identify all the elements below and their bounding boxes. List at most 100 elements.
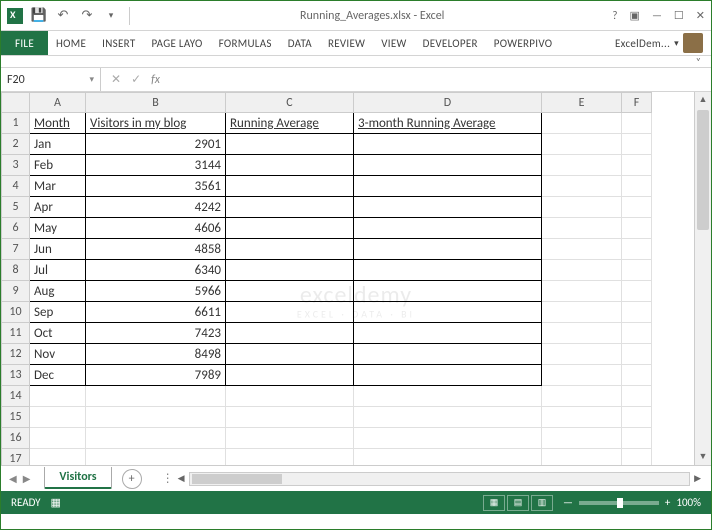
cell[interactable] [354,428,542,449]
cell[interactable] [226,176,354,197]
nav-next-icon[interactable]: ▶ [23,472,31,485]
row-header[interactable]: 7 [2,239,30,260]
row-header[interactable]: 11 [2,323,30,344]
cell[interactable] [542,197,622,218]
cell[interactable] [542,176,622,197]
cell[interactable]: Nov [30,344,86,365]
cell[interactable]: 4606 [86,218,226,239]
cell[interactable] [30,449,86,466]
cell[interactable] [226,281,354,302]
cell[interactable] [622,197,652,218]
cell[interactable]: 8498 [86,344,226,365]
col-header-B[interactable]: B [86,93,226,113]
worksheet-grid[interactable]: A B C D E F 1 Month Visitors in my blog … [1,92,711,465]
cell[interactable] [354,176,542,197]
cell[interactable] [622,449,652,466]
cell[interactable]: Jan [30,134,86,155]
cell[interactable] [354,239,542,260]
cell[interactable] [542,365,622,386]
cell[interactable] [354,281,542,302]
select-all-corner[interactable] [2,93,30,113]
cell[interactable] [226,197,354,218]
tab-insert[interactable]: INSERT [94,31,143,55]
cell[interactable] [542,260,622,281]
row-header[interactable]: 10 [2,302,30,323]
cell[interactable] [354,134,542,155]
cell[interactable] [226,239,354,260]
cell[interactable] [622,134,652,155]
cell[interactable] [622,281,652,302]
collapse-ribbon[interactable]: ˅ [1,56,711,68]
scroll-right-icon[interactable]: ▶ [690,473,705,484]
row-header[interactable]: 12 [2,344,30,365]
cell[interactable] [542,449,622,466]
col-header-D[interactable]: D [354,93,542,113]
cell[interactable] [226,365,354,386]
cell[interactable] [354,449,542,466]
cell[interactable]: Visitors in my blog [86,113,226,134]
cell[interactable]: 2901 [86,134,226,155]
cell[interactable]: May [30,218,86,239]
col-header-E[interactable]: E [542,93,622,113]
cell[interactable] [622,155,652,176]
cell[interactable] [542,113,622,134]
cell[interactable]: 3561 [86,176,226,197]
cell[interactable] [622,365,652,386]
cell[interactable]: 6340 [86,260,226,281]
tab-review[interactable]: REVIEW [320,31,373,55]
cell[interactable]: Sep [30,302,86,323]
cell[interactable] [354,302,542,323]
cell[interactable] [542,281,622,302]
cell[interactable] [86,407,226,428]
cell[interactable]: Feb [30,155,86,176]
scroll-thumb[interactable] [192,474,282,484]
cell[interactable] [542,323,622,344]
scroll-thumb[interactable] [697,110,709,230]
cell[interactable]: Oct [30,323,86,344]
qat-dropdown-icon[interactable]: ▾ [103,8,119,24]
cell[interactable] [542,302,622,323]
tab-formulas[interactable]: FORMULAS [211,31,280,55]
cell[interactable] [542,134,622,155]
enter-icon[interactable]: ✓ [131,72,141,87]
cell[interactable]: Month [30,113,86,134]
minimize-icon[interactable]: — [652,9,662,22]
split-handle-icon[interactable]: ⋮ [162,471,174,486]
cell[interactable] [226,344,354,365]
cell[interactable]: Running Average [226,113,354,134]
page-break-view-icon[interactable]: ▥ [531,495,553,511]
cell[interactable] [30,407,86,428]
user-account[interactable]: ExcelDem... ▾ [607,31,711,55]
cell[interactable] [354,323,542,344]
page-layout-view-icon[interactable]: ▤ [507,495,529,511]
cell[interactable] [354,218,542,239]
cell[interactable] [622,113,652,134]
cell[interactable] [354,365,542,386]
zoom-level[interactable]: 100% [676,496,701,509]
cell[interactable]: Apr [30,197,86,218]
sheet-tab-visitors[interactable]: Visitors [44,467,111,489]
tab-developer[interactable]: DEVELOPER [415,31,486,55]
row-header[interactable]: 15 [2,407,30,428]
scroll-up-icon[interactable]: ▲ [695,92,711,108]
cell[interactable]: 3144 [86,155,226,176]
formula-bar[interactable] [170,68,711,91]
cell[interactable] [542,386,622,407]
undo-icon[interactable]: ↶ [55,8,71,24]
excel-icon[interactable] [7,8,23,24]
zoom-slider[interactable] [579,501,659,505]
nav-prev-icon[interactable]: ◀ [9,472,17,485]
cell[interactable] [542,239,622,260]
cell[interactable] [86,428,226,449]
cell[interactable] [354,260,542,281]
horizontal-scrollbar[interactable]: ⋮ ◀ ▶ [162,471,705,486]
cell[interactable]: 7423 [86,323,226,344]
cell[interactable] [226,134,354,155]
tab-powerpivot[interactable]: POWERPIVO [486,31,561,55]
cell[interactable]: 7989 [86,365,226,386]
row-header[interactable]: 14 [2,386,30,407]
cell[interactable] [226,260,354,281]
row-header[interactable]: 5 [2,197,30,218]
name-box[interactable]: F20 [1,68,101,91]
zoom-out-icon[interactable]: — [563,496,573,509]
